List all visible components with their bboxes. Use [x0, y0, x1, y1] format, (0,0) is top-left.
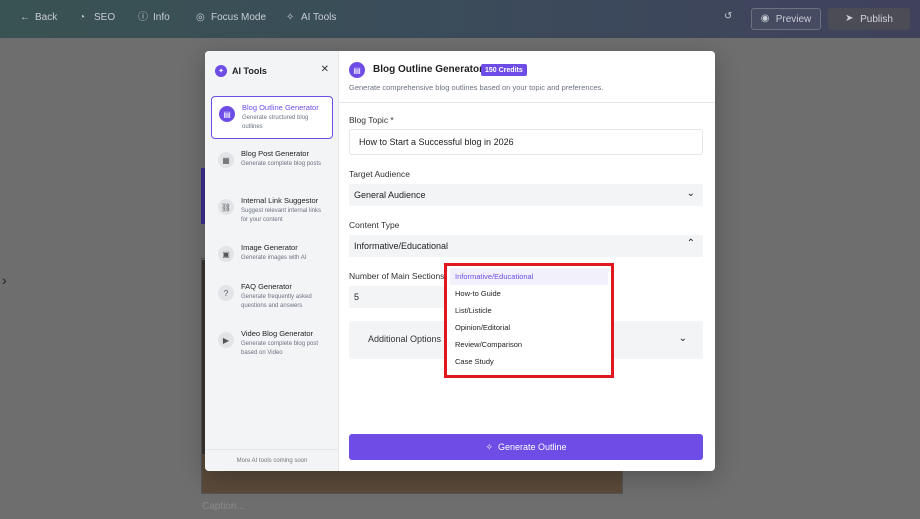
audience-select[interactable]: General Audience ⌄	[349, 184, 703, 206]
seo-button[interactable]: ◔ SEO	[79, 12, 115, 23]
history-icon: ↺	[724, 11, 733, 22]
sidebar-header: ✦ AI Tools ✕	[215, 64, 329, 78]
chevron-down-icon: ⌄	[678, 333, 687, 344]
eye-icon: ◉	[760, 13, 770, 24]
history-button[interactable]: ↺	[724, 12, 734, 22]
tool-blog-post-generator[interactable]: ▦ Blog Post Generator Generate complete …	[211, 143, 333, 186]
top-toolbar-content: ← Back ◔ SEO ⓘ Info ◎ Focus Mode ✧ AI Tools ↺…	[0, 0, 920, 38]
content-type-label: Content Type	[349, 220, 400, 230]
sparkle-icon: ✦	[215, 65, 227, 77]
info-icon: ⓘ	[138, 11, 148, 23]
dropdown-option[interactable]: How-to Guide	[450, 285, 608, 302]
topic-input[interactable]: How to Start a Successful blog in 2026	[349, 129, 703, 155]
post-icon: ▦	[218, 152, 234, 168]
image-caption[interactable]: Caption...	[202, 501, 245, 512]
link-icon: ⛓	[218, 199, 234, 215]
content-type-dropdown: Informative/Educational How-to Guide Lis…	[444, 263, 614, 378]
dropdown-option[interactable]: Case Study	[450, 353, 608, 370]
tool-blog-outline-generator[interactable]: ▤ Blog Outline Generator Generate struct…	[211, 96, 333, 139]
tool-video-blog-generator[interactable]: ▶ Video Blog Generator Generate complete…	[211, 323, 333, 366]
sidebar-footer: More AI tools coming soon	[205, 449, 339, 471]
topic-label: Blog Topic *	[349, 115, 394, 125]
dropdown-list: Informative/Educational How-to Guide Lis…	[450, 268, 608, 370]
sections-input[interactable]: 5	[349, 286, 449, 308]
dropdown-option[interactable]: Opinion/Editorial	[450, 319, 608, 336]
tool-faq-generator[interactable]: ? FAQ Generator Generate frequently aske…	[211, 276, 333, 319]
tool-image-generator[interactable]: ▣ Image Generator Generate images with A…	[211, 237, 333, 280]
panel-header: ▤ Blog Outline Generator 150 Credits Gen…	[339, 51, 715, 103]
tool-panel: ▤ Blog Outline Generator 150 Credits Gen…	[339, 51, 715, 471]
video-icon: ▶	[218, 332, 234, 348]
panel-title: Blog Outline Generator	[373, 64, 484, 75]
info-button[interactable]: ⓘ Info	[138, 12, 170, 23]
ai-tools-button[interactable]: ✧ AI Tools	[286, 12, 336, 23]
generate-outline-button[interactable]: ✧ Generate Outline	[349, 434, 703, 460]
faq-icon: ?	[218, 285, 234, 301]
chevron-down-icon: ⌄	[686, 188, 695, 199]
dropdown-option[interactable]: List/Listicle	[450, 302, 608, 319]
send-icon: ➤	[845, 13, 854, 24]
ai-tools-modal: ✦ AI Tools ✕ ▤ Blog Outline Generator Ge…	[205, 51, 715, 471]
preview-button[interactable]: ◉ Preview	[751, 8, 821, 30]
chevron-right-icon[interactable]: ›	[2, 272, 7, 288]
back-button[interactable]: ← Back	[20, 12, 57, 23]
ai-tools-sidebar: ✦ AI Tools ✕ ▤ Blog Outline Generator Ge…	[205, 51, 339, 471]
publish-button[interactable]: ➤ Publish	[828, 8, 910, 30]
dropdown-option[interactable]: Review/Comparison	[450, 336, 608, 353]
tool-internal-link-suggestor[interactable]: ⛓ Internal Link Suggestor Suggest releva…	[211, 190, 333, 233]
outline-icon: ▤	[219, 106, 235, 122]
arrow-left-icon: ←	[20, 11, 30, 23]
dropdown-option[interactable]: Informative/Educational	[450, 268, 608, 285]
focus-icon: ◎	[196, 11, 205, 23]
credits-badge: 150 Credits	[481, 64, 527, 76]
sidebar-title: AI Tools	[232, 66, 267, 76]
outline-icon: ▤	[349, 62, 365, 78]
content-type-select[interactable]: Informative/Educational ⌃	[349, 235, 703, 257]
sections-label: Number of Main Sections	[349, 271, 445, 281]
chevron-up-icon: ⌃	[686, 238, 695, 249]
gauge-icon: ◔	[79, 11, 86, 23]
close-icon[interactable]: ✕	[321, 64, 329, 75]
wand-icon: ✧	[286, 11, 295, 23]
image-icon: ▣	[218, 246, 234, 262]
audience-label: Target Audience	[349, 169, 410, 179]
panel-subtitle: Generate comprehensive blog outlines bas…	[349, 83, 604, 92]
focus-mode-button[interactable]: ◎ Focus Mode	[196, 12, 266, 23]
wand-icon: ✧	[485, 441, 493, 452]
